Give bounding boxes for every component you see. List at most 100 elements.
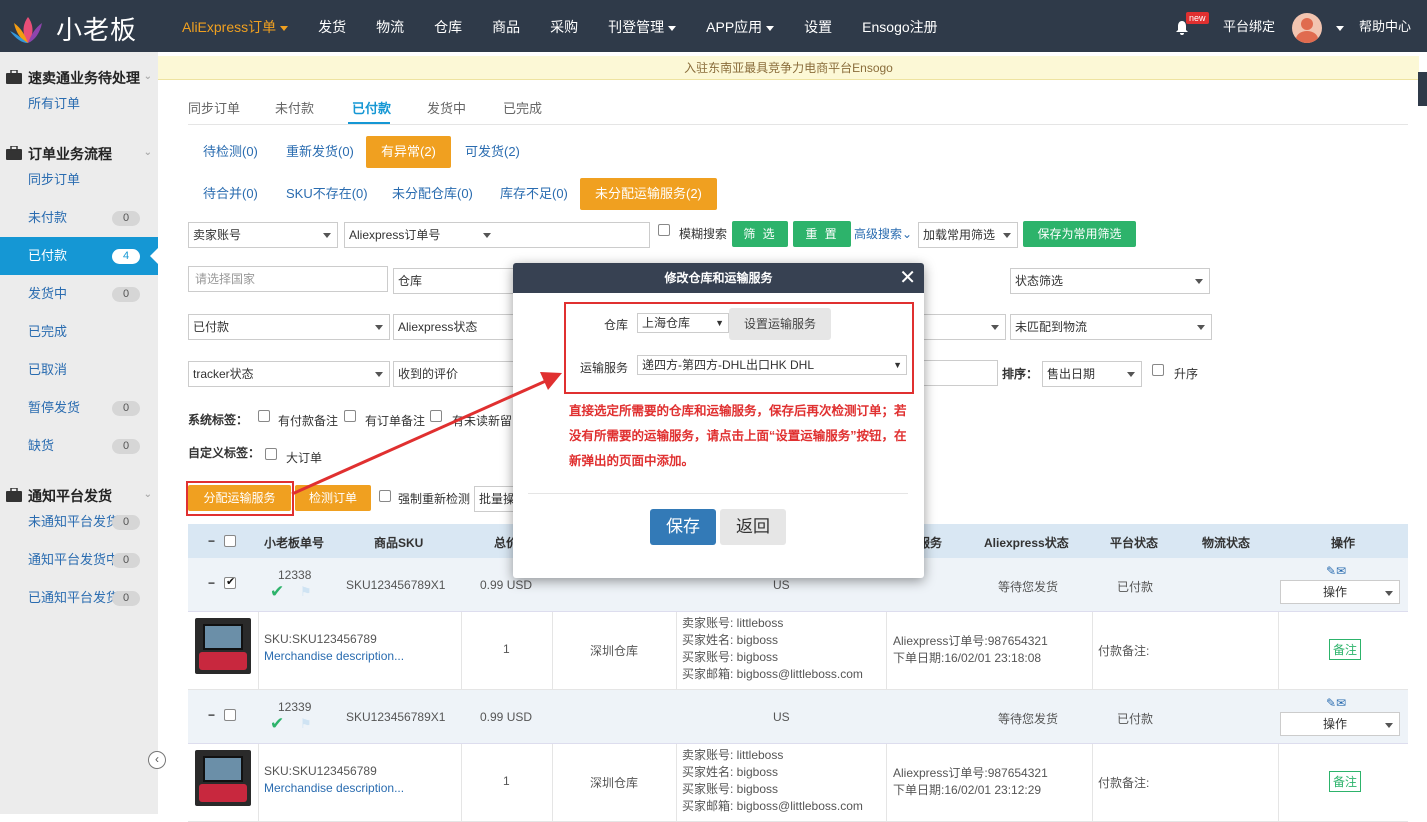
avatar[interactable] [1292,13,1322,43]
note-button[interactable]: 备注 [1329,771,1362,792]
select-all-checkbox[interactable] [224,535,236,547]
bell-icon[interactable] [1174,0,1190,52]
close-icon[interactable]: ✕ [899,263,916,293]
item-desc[interactable]: Merchandise description... [264,649,404,663]
tab-0[interactable]: 同步订单 [188,98,240,117]
load-common-filter-select[interactable]: 加载常用筛选 [918,222,1018,248]
ascending-checkbox[interactable] [1152,364,1164,376]
paid-status-select[interactable]: 已付款 [188,314,390,340]
nav-item-9[interactable]: Ensogo注册 [852,0,947,52]
buyer-info-line: 买家账号: bigboss [682,650,779,664]
nav-item-0[interactable]: AliExpress订单 [172,0,298,52]
order-op-select[interactable]: 操作 [1280,580,1400,604]
filter-row1-1[interactable]: 重新发货(0) [271,136,369,168]
nav-item-2[interactable]: 物流 [366,0,414,52]
nav-item-8[interactable]: 设置 [794,0,842,52]
hidden-select[interactable] [922,314,1006,340]
order-no[interactable]: 12338 [278,568,311,582]
tracker-status-select[interactable]: tracker状态 [188,361,390,387]
fuzzy-search-checkbox[interactable] [658,224,670,236]
warehouse-filter-select[interactable]: 仓库 [393,268,523,294]
big-order-checkbox[interactable] [265,448,277,460]
filter-row2-0[interactable]: 待合并(0) [188,178,273,210]
filter-row2-1[interactable]: SKU不存在(0) [271,178,383,210]
batch-op-select[interactable]: 批量操 [474,486,514,512]
order-checkbox[interactable]: ✔ [224,576,236,589]
item-desc[interactable]: Merchandise description... [264,781,404,795]
system-tag-checkbox[interactable] [344,410,356,422]
platform-bind-link[interactable]: 平台绑定 [1223,0,1275,52]
user-menu-caret-icon[interactable] [1332,20,1344,35]
filter-row1-3[interactable]: 可发货(2) [450,136,535,168]
product-image[interactable] [195,750,251,806]
edit-icon[interactable]: ✎✉ [1326,696,1346,710]
hidden-input[interactable] [922,360,998,386]
reset-button[interactable]: 重 置 [793,221,851,247]
advanced-search-link[interactable]: 高级搜索⌄ [854,225,912,242]
flag-icon[interactable]: ⚑ [300,584,312,600]
count-badge: 0 [112,401,140,416]
order-checkbox[interactable] [224,709,236,721]
filter-row1-0[interactable]: 待检测(0) [188,136,273,168]
logo[interactable]: 小老板 [8,10,137,47]
sort-select[interactable]: 售出日期 [1042,361,1142,387]
sidebar-item-1-5[interactable]: 已取消 [0,351,158,389]
review-select[interactable]: 收到的评价 [393,361,523,387]
check-icon: ✔ [270,714,285,733]
nav-item-6[interactable]: 刊登管理 [598,0,686,52]
item-sku: SKU:SKU123456789 [264,632,377,646]
force-recheck-checkbox[interactable] [379,490,391,502]
sidebar-item-1-2[interactable]: 已付款 4 [0,237,158,275]
order-op-select[interactable]: 操作 [1280,712,1400,736]
side-tab[interactable] [1418,72,1427,106]
sidebar-item-1-3[interactable]: 发货中 0 [0,275,158,313]
help-center-link[interactable]: 帮助中心 [1359,0,1411,52]
order-no-input[interactable]: Aliexpress订单号 [344,222,650,248]
nav-item-5[interactable]: 采购 [540,0,588,52]
country-input[interactable]: 请选择国家 [188,266,388,292]
sidebar-item-2-0[interactable]: 未通知平台发货 0 [0,503,158,541]
sidebar-item-1-1[interactable]: 未付款 0 [0,199,158,237]
item-sku: SKU:SKU123456789 [264,764,377,778]
tab-1[interactable]: 未付款 [275,98,314,117]
sidebar-item-0-0[interactable]: 所有订单 [0,85,158,123]
filter-row1-2[interactable]: 有异常(2) [366,136,451,168]
filter-button[interactable]: 筛 选 [732,221,788,247]
ali-status-select[interactable]: Aliexpress状态 [393,314,523,340]
notice-banner[interactable]: 入驻东南亚最具竞争力电商平台Ensogo [158,56,1419,80]
seller-account-select[interactable]: 卖家账号 [188,222,338,248]
flag-icon[interactable]: ⚑ [300,716,312,732]
sidebar-item-1-7[interactable]: 缺货 0 [0,427,158,465]
order-no[interactable]: 12339 [278,700,311,714]
nav-item-1[interactable]: 发货 [308,0,356,52]
nav-item-label: 商品 [492,19,521,35]
back-button[interactable]: 返回 [720,509,786,545]
status-filter-select[interactable]: 状态筛选 [1010,268,1210,294]
sidebar-item-2-2[interactable]: 已通知平台发货 0 [0,579,158,617]
nav-item-7[interactable]: APP应用 [696,0,784,52]
tab-2[interactable]: 已付款 [352,98,391,117]
save-common-filter-button[interactable]: 保存为常用筛选 [1023,221,1136,247]
filter-row2-3[interactable]: 库存不足(0) [485,178,583,210]
system-tag-checkbox[interactable] [430,410,442,422]
sidebar-item-2-1[interactable]: 通知平台发货中 0 [0,541,158,579]
save-button[interactable]: 保存 [650,509,716,545]
nav-item-3[interactable]: 仓库 [424,0,472,52]
note-button[interactable]: 备注 [1329,639,1362,660]
system-tag-checkbox[interactable] [258,410,270,422]
check-order-button[interactable]: 检测订单 [295,485,371,511]
logistics-match-select[interactable]: 未匹配到物流 [1010,314,1212,340]
edit-icon[interactable]: ✎✉ [1326,564,1346,578]
tab-3[interactable]: 发货中 [427,98,466,117]
modal-warehouse-select[interactable]: 上海仓库 ▼ [637,313,729,333]
set-shipping-service-button[interactable]: 设置运输服务 [729,308,831,340]
sidebar-item-1-0[interactable]: 同步订单 [0,161,158,199]
product-image[interactable] [195,618,251,674]
tab-4[interactable]: 已完成 [503,98,542,117]
sidebar-item-1-6[interactable]: 暂停发货 0 [0,389,158,427]
modal-shipping-select[interactable]: 递四方-第四方-DHL出口HK DHL ▼ [637,355,907,375]
filter-row2-2[interactable]: 未分配仓库(0) [377,178,488,210]
nav-item-4[interactable]: 商品 [482,0,530,52]
sidebar-item-1-4[interactable]: 已完成 [0,313,158,351]
filter-row2-4[interactable]: 未分配运输服务(2) [580,178,717,210]
